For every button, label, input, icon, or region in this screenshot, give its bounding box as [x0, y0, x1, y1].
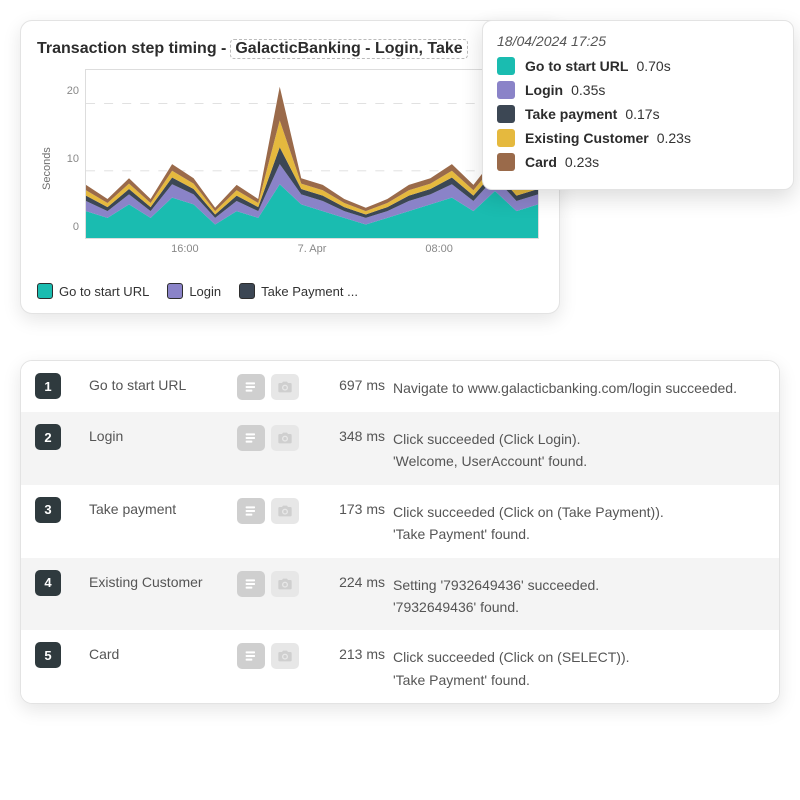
tooltip-row: Existing Customer 0.23s — [497, 129, 779, 147]
steps-table: 1 Go to start URL 697 ms Navigate to www.ga… — [20, 360, 780, 704]
legend-item: Take Payment ... — [239, 283, 358, 299]
tooltip-row: Card 0.23s — [497, 153, 779, 171]
step-description: Navigate to www.galacticbanking.com/logi… — [393, 373, 765, 399]
table-row: 4 Existing Customer 224 ms Setting '7932649… — [21, 558, 779, 631]
tooltip-swatch — [497, 57, 515, 75]
tooltip-label: Existing Customer — [525, 130, 649, 146]
tooltip-swatch — [497, 153, 515, 171]
tooltip-timestamp: 18/04/2024 17:25 — [497, 33, 779, 49]
log-icon[interactable] — [237, 571, 265, 597]
y-tick: 10 — [67, 153, 79, 165]
chart-plot-area[interactable] — [85, 69, 539, 239]
table-row: 3 Take payment 173 ms Click succeeded (Clic… — [21, 485, 779, 558]
y-axis-ticks: 0 10 20 — [53, 69, 83, 239]
step-description: Click succeeded (Click on (SELECT)).'Tak… — [393, 642, 765, 691]
step-name: Go to start URL — [89, 373, 229, 393]
screenshot-icon[interactable] — [271, 498, 299, 524]
screenshot-icon[interactable] — [271, 425, 299, 451]
legend-item: Login — [167, 283, 221, 299]
tooltip-swatch — [497, 81, 515, 99]
log-icon[interactable] — [237, 643, 265, 669]
step-name: Existing Customer — [89, 570, 229, 590]
y-tick: 20 — [67, 85, 79, 97]
screenshot-icon[interactable] — [271, 374, 299, 400]
step-duration: 224 ms — [315, 570, 385, 590]
tooltip-label: Login — [525, 82, 563, 98]
step-duration: 697 ms — [315, 373, 385, 393]
tooltip-value: 0.23s — [657, 130, 691, 146]
tooltip-row: Take payment 0.17s — [497, 105, 779, 123]
table-row: 1 Go to start URL 697 ms Navigate to www.ga… — [21, 361, 779, 412]
step-number-badge: 2 — [35, 424, 61, 450]
screenshot-icon[interactable] — [271, 571, 299, 597]
step-duration: 213 ms — [315, 642, 385, 662]
chart-title-prefix: Transaction step timing - — [37, 40, 226, 58]
step-duration: 173 ms — [315, 497, 385, 517]
step-name: Card — [89, 642, 229, 662]
tooltip-value: 0.17s — [625, 106, 659, 122]
x-axis-ticks: 16:00 7. Apr 08:00 — [85, 243, 539, 261]
legend-item: Go to start URL — [37, 283, 149, 299]
step-name: Take payment — [89, 497, 229, 517]
tooltip-swatch — [497, 105, 515, 123]
tooltip-value: 0.35s — [571, 82, 605, 98]
y-axis-label: Seconds — [37, 69, 53, 269]
step-duration: 348 ms — [315, 424, 385, 444]
tooltip-label: Go to start URL — [525, 58, 628, 74]
table-row: 2 Login 348 ms Click succeeded (Click Login… — [21, 412, 779, 485]
step-number-badge: 4 — [35, 570, 61, 596]
step-number-badge: 3 — [35, 497, 61, 523]
tooltip-value: 0.23s — [565, 154, 599, 170]
tooltip-label: Take payment — [525, 106, 617, 122]
chart-title-highlight: GalacticBanking - Login, Take — [230, 39, 467, 59]
tooltip-swatch — [497, 129, 515, 147]
chart-tooltip: 18/04/2024 17:25 Go to start URL 0.70s Log… — [482, 20, 794, 190]
y-tick: 0 — [73, 221, 79, 233]
step-description: Click succeeded (Click on (Take Payment)… — [393, 497, 765, 546]
step-description: Click succeeded (Click Login).'Welcome, … — [393, 424, 765, 473]
step-number-badge: 1 — [35, 373, 61, 399]
log-icon[interactable] — [237, 374, 265, 400]
step-name: Login — [89, 424, 229, 444]
chart-title: Transaction step timing - GalacticBankin… — [37, 39, 543, 59]
screenshot-icon[interactable] — [271, 643, 299, 669]
chart-card: Transaction step timing - GalacticBankin… — [20, 20, 560, 314]
tooltip-row: Login 0.35s — [497, 81, 779, 99]
tooltip-label: Card — [525, 154, 557, 170]
step-description: Setting '7932649436' succeeded.'79326494… — [393, 570, 765, 619]
tooltip-row: Go to start URL 0.70s — [497, 57, 779, 75]
table-row: 5 Card 213 ms Click succeeded (Click on (SE… — [21, 630, 779, 703]
log-icon[interactable] — [237, 498, 265, 524]
x-tick: 16:00 — [171, 243, 199, 255]
tooltip-value: 0.70s — [636, 58, 670, 74]
x-tick: 7. Apr — [298, 243, 327, 255]
step-number-badge: 5 — [35, 642, 61, 668]
chart-legend: Go to start URL Login Take Payment ... — [37, 283, 543, 299]
log-icon[interactable] — [237, 425, 265, 451]
x-tick: 08:00 — [425, 243, 453, 255]
